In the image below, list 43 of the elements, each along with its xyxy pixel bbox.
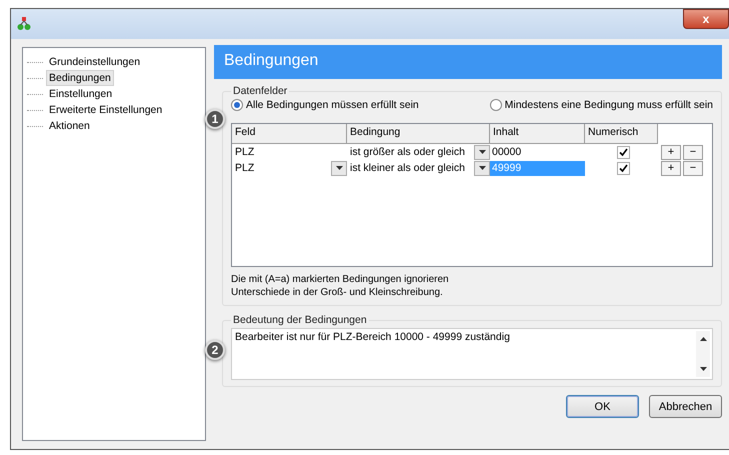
radio-button[interactable]: [231, 99, 243, 111]
table-cell[interactable]: ist größer als oder gleich: [350, 146, 465, 158]
checkbox[interactable]: [616, 162, 630, 174]
tree-item[interactable]: Bedingungen: [46, 70, 114, 86]
remove-row-button[interactable]: −: [683, 160, 703, 176]
description-field[interactable]: Bearbeiter ist nur für PLZ-Bereich 10000 - 49999 zuständig: [231, 328, 713, 380]
dropdown-button[interactable]: [474, 144, 490, 160]
table-cell[interactable]: ist kleiner als oder gleich: [350, 162, 465, 174]
tree-item[interactable]: Erweiterte Einstellungen: [46, 102, 166, 118]
section-header: Bedingungen: [214, 45, 722, 79]
column-header[interactable]: Inhalt: [490, 124, 585, 144]
column-header[interactable]: Bedingung: [347, 124, 490, 144]
scrollbar[interactable]: [696, 331, 710, 377]
add-row-button[interactable]: +: [661, 160, 681, 176]
app-icon: [17, 17, 31, 31]
table-cell: PLZ: [235, 162, 254, 174]
table-cell: PLZ: [235, 146, 254, 158]
tree-item[interactable]: Einstellungen: [46, 86, 116, 102]
ok-button[interactable]: OK: [566, 395, 639, 418]
description-text: Bearbeiter ist nur für PLZ-Bereich 10000 - 49999 zuständig: [235, 331, 510, 345]
tree-item[interactable]: Grundeinstellungen: [46, 54, 144, 70]
scroll-up-icon[interactable]: [700, 337, 706, 341]
cancel-button[interactable]: Abbrechen: [649, 395, 722, 418]
dropdown-arrow-icon[interactable]: [336, 166, 342, 170]
remove-row-button[interactable]: −: [683, 144, 703, 160]
dropdown-button[interactable]: [474, 160, 490, 176]
column-header[interactable]: Feld: [232, 124, 347, 144]
dropdown-arrow-icon[interactable]: [478, 150, 486, 154]
radio-button[interactable]: [490, 99, 502, 111]
checkbox[interactable]: [616, 146, 630, 158]
add-row-button[interactable]: +: [661, 144, 681, 160]
number-badge: 2: [205, 340, 225, 360]
column-header[interactable]: Numerisch: [585, 124, 658, 144]
dropdown-arrow-icon[interactable]: [478, 166, 486, 170]
number-badge: 1: [205, 109, 225, 129]
radio-label[interactable]: Alle Bedingungen müssen erfüllt sein: [246, 99, 419, 111]
dropdown-arrow-icon[interactable]: [700, 367, 706, 371]
tree-item[interactable]: Aktionen: [46, 118, 93, 134]
radio-label[interactable]: Mindestens eine Bedingung muss erfüllt sein: [504, 99, 713, 111]
dropdown-button[interactable]: [331, 160, 347, 176]
hint-text: Die mit (A=a) markierten Bedingungen ignorieren Unterschiede in der Groß- und Kleinschreibung.: [231, 273, 450, 299]
group-label: Datenfelder: [232, 85, 288, 97]
group-label: Bedeutung der Bedingungen: [232, 314, 368, 326]
